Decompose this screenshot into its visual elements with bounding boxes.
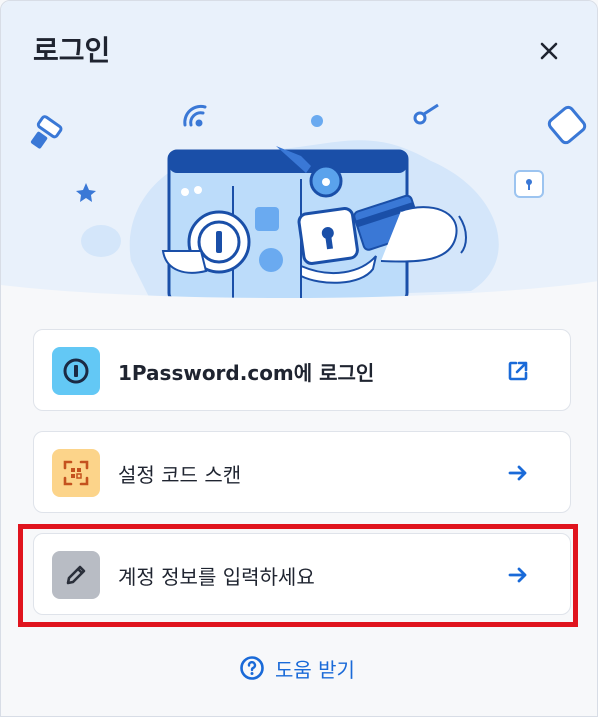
- option-label: 계정 정보를 입력하세요: [118, 565, 315, 589]
- dialog-title: 로그인: [33, 34, 111, 67]
- padlock-illustration: [297, 207, 359, 265]
- hero-illustration: [30, 103, 587, 301]
- wallet-icon: [547, 105, 587, 145]
- help-circle-icon: [240, 656, 264, 680]
- enter-account-details-option[interactable]: 계정 정보를 입력하세요: [33, 533, 571, 615]
- hero-wave: [1, 281, 597, 331]
- arrow-right-icon: [504, 561, 532, 589]
- get-help-link[interactable]: 도움 받기: [239, 653, 355, 683]
- lock-badge-icon: [514, 170, 544, 198]
- get-help-label: 도움 받기: [275, 657, 355, 682]
- satellite-icon: [30, 115, 63, 149]
- scan-setup-code-option[interactable]: 설정 코드 스캔: [33, 431, 571, 513]
- qr-scan-icon: [52, 449, 100, 497]
- close-icon: [540, 42, 558, 60]
- dot-icon: [311, 115, 323, 127]
- onepassword-logo-icon: [52, 347, 100, 395]
- option-label: 1Password.com에 로그인: [118, 361, 375, 385]
- sign-in-dialog: 로그인 1Password.com에 로그인 설정 코드 스캔 계정 정보를 입…: [0, 0, 598, 717]
- signin-1password-com-option[interactable]: 1Password.com에 로그인: [33, 329, 571, 411]
- wifi-icon: [183, 104, 207, 127]
- star-icon: [76, 183, 96, 202]
- pencil-icon: [52, 551, 100, 599]
- external-link-icon: [504, 357, 532, 385]
- option-label: 설정 코드 스캔: [118, 463, 242, 487]
- arrow-right-icon: [504, 459, 532, 487]
- small-key-icon: [413, 103, 439, 125]
- close-button[interactable]: [533, 35, 565, 67]
